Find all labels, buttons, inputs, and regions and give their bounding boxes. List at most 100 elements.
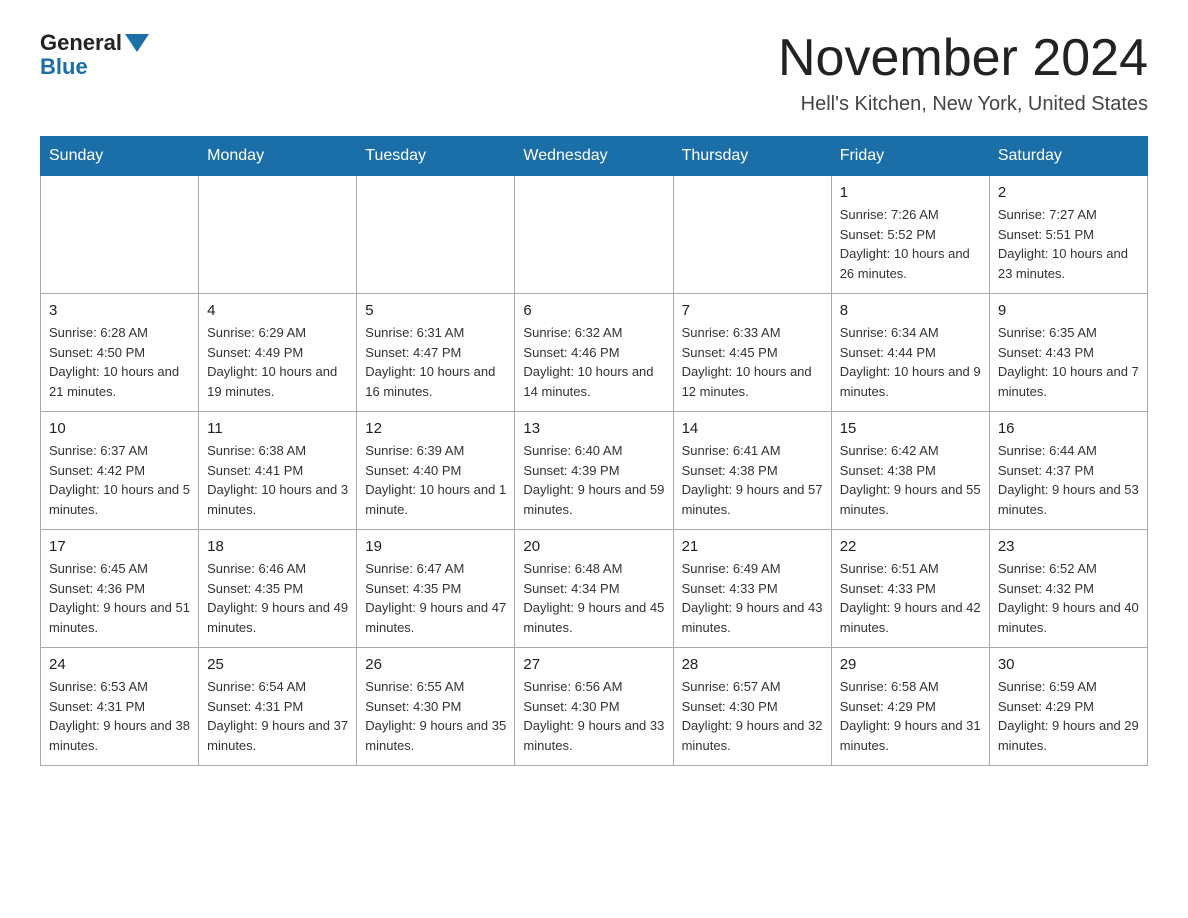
- day-number: 2: [998, 184, 1139, 201]
- calendar-cell: 10 Sunrise: 6:37 AM Sunset: 4:42 PM Dayli…: [41, 412, 199, 530]
- weekday-header-saturday: Saturday: [989, 137, 1147, 176]
- calendar-cell: 6 Sunrise: 6:32 AM Sunset: 4:46 PM Daylig…: [515, 294, 673, 412]
- day-number: 9: [998, 302, 1139, 319]
- logo-general-text: General: [40, 30, 122, 56]
- day-number: 23: [998, 538, 1139, 555]
- day-number: 6: [523, 302, 664, 319]
- calendar-week-row: 3 Sunrise: 6:28 AM Sunset: 4:50 PM Daylig…: [41, 294, 1148, 412]
- day-info: Sunrise: 6:58 AM Sunset: 4:29 PM Dayligh…: [840, 677, 981, 755]
- logo-blue-text: Blue: [40, 54, 88, 80]
- day-number: 30: [998, 656, 1139, 673]
- calendar-cell: 3 Sunrise: 6:28 AM Sunset: 4:50 PM Daylig…: [41, 294, 199, 412]
- day-info: Sunrise: 6:47 AM Sunset: 4:35 PM Dayligh…: [365, 559, 506, 637]
- calendar-header: SundayMondayTuesdayWednesdayThursdayFrid…: [41, 137, 1148, 176]
- calendar-cell: 19 Sunrise: 6:47 AM Sunset: 4:35 PM Dayli…: [357, 530, 515, 648]
- weekday-header-thursday: Thursday: [673, 137, 831, 176]
- logo: General Blue: [40, 30, 149, 80]
- day-info: Sunrise: 6:32 AM Sunset: 4:46 PM Dayligh…: [523, 323, 664, 401]
- calendar-cell: 28 Sunrise: 6:57 AM Sunset: 4:30 PM Dayli…: [673, 648, 831, 766]
- calendar-cell: 29Sunrise: 6:58 AM Sunset: 4:29 PM Dayli…: [831, 648, 989, 766]
- day-number: 3: [49, 302, 190, 319]
- day-info: Sunrise: 6:34 AM Sunset: 4:44 PM Dayligh…: [840, 323, 981, 401]
- weekday-header-tuesday: Tuesday: [357, 137, 515, 176]
- day-number: 18: [207, 538, 348, 555]
- day-number: 13: [523, 420, 664, 437]
- weekday-header-wednesday: Wednesday: [515, 137, 673, 176]
- day-info: Sunrise: 6:56 AM Sunset: 4:30 PM Dayligh…: [523, 677, 664, 755]
- page-header: General Blue November 2024 Hell's Kitche…: [40, 30, 1148, 116]
- calendar-cell: 26Sunrise: 6:55 AM Sunset: 4:30 PM Dayli…: [357, 648, 515, 766]
- day-info: Sunrise: 6:46 AM Sunset: 4:35 PM Dayligh…: [207, 559, 348, 637]
- day-number: 1: [840, 184, 981, 201]
- calendar-cell: 17 Sunrise: 6:45 AM Sunset: 4:36 PM Dayli…: [41, 530, 199, 648]
- day-info: Sunrise: 6:51 AM Sunset: 4:33 PM Dayligh…: [840, 559, 981, 637]
- day-info: Sunrise: 6:45 AM Sunset: 4:36 PM Dayligh…: [49, 559, 190, 637]
- day-number: 17: [49, 538, 190, 555]
- calendar-week-row: 17 Sunrise: 6:45 AM Sunset: 4:36 PM Dayli…: [41, 530, 1148, 648]
- title-area: November 2024 Hell's Kitchen, New York, …: [778, 30, 1148, 116]
- calendar-cell: 20 Sunrise: 6:48 AM Sunset: 4:34 PM Dayli…: [515, 530, 673, 648]
- calendar-cell: 12 Sunrise: 6:39 AM Sunset: 4:40 PM Dayli…: [357, 412, 515, 530]
- day-info: Sunrise: 6:38 AM Sunset: 4:41 PM Dayligh…: [207, 441, 348, 519]
- day-number: 7: [682, 302, 823, 319]
- calendar-cell: 11 Sunrise: 6:38 AM Sunset: 4:41 PM Dayli…: [199, 412, 357, 530]
- day-number: 4: [207, 302, 348, 319]
- day-number: 25: [207, 656, 348, 673]
- day-info: Sunrise: 6:28 AM Sunset: 4:50 PM Dayligh…: [49, 323, 190, 401]
- calendar-cell: 23 Sunrise: 6:52 AM Sunset: 4:32 PM Dayli…: [989, 530, 1147, 648]
- calendar-cell: 13 Sunrise: 6:40 AM Sunset: 4:39 PM Dayli…: [515, 412, 673, 530]
- day-info: Sunrise: 6:40 AM Sunset: 4:39 PM Dayligh…: [523, 441, 664, 519]
- calendar-cell: [357, 176, 515, 294]
- calendar-cell: 24Sunrise: 6:53 AM Sunset: 4:31 PM Dayli…: [41, 648, 199, 766]
- calendar-cell: 16Sunrise: 6:44 AM Sunset: 4:37 PM Dayli…: [989, 412, 1147, 530]
- day-info: Sunrise: 6:39 AM Sunset: 4:40 PM Dayligh…: [365, 441, 506, 519]
- day-number: 14: [682, 420, 823, 437]
- logo-arrow-icon: [125, 34, 149, 52]
- calendar-cell: [41, 176, 199, 294]
- calendar-cell: 14Sunrise: 6:41 AM Sunset: 4:38 PM Dayli…: [673, 412, 831, 530]
- day-info: Sunrise: 7:26 AM Sunset: 5:52 PM Dayligh…: [840, 205, 981, 283]
- day-info: Sunrise: 6:54 AM Sunset: 4:31 PM Dayligh…: [207, 677, 348, 755]
- calendar-cell: 18 Sunrise: 6:46 AM Sunset: 4:35 PM Dayli…: [199, 530, 357, 648]
- day-info: Sunrise: 6:44 AM Sunset: 4:37 PM Dayligh…: [998, 441, 1139, 519]
- day-number: 12: [365, 420, 506, 437]
- weekday-header-sunday: Sunday: [41, 137, 199, 176]
- day-info: Sunrise: 6:33 AM Sunset: 4:45 PM Dayligh…: [682, 323, 823, 401]
- day-number: 11: [207, 420, 348, 437]
- day-info: Sunrise: 6:53 AM Sunset: 4:31 PM Dayligh…: [49, 677, 190, 755]
- weekday-header-monday: Monday: [199, 137, 357, 176]
- calendar-cell: 8 Sunrise: 6:34 AM Sunset: 4:44 PM Daylig…: [831, 294, 989, 412]
- day-info: Sunrise: 6:55 AM Sunset: 4:30 PM Dayligh…: [365, 677, 506, 755]
- calendar-cell: 5Sunrise: 6:31 AM Sunset: 4:47 PM Daylig…: [357, 294, 515, 412]
- day-number: 20: [523, 538, 664, 555]
- calendar-cell: 9Sunrise: 6:35 AM Sunset: 4:43 PM Daylig…: [989, 294, 1147, 412]
- day-number: 15: [840, 420, 981, 437]
- day-info: Sunrise: 6:42 AM Sunset: 4:38 PM Dayligh…: [840, 441, 981, 519]
- calendar-cell: 7 Sunrise: 6:33 AM Sunset: 4:45 PM Daylig…: [673, 294, 831, 412]
- day-info: Sunrise: 6:37 AM Sunset: 4:42 PM Dayligh…: [49, 441, 190, 519]
- month-title: November 2024: [778, 30, 1148, 87]
- calendar-cell: [673, 176, 831, 294]
- calendar-table: SundayMondayTuesdayWednesdayThursdayFrid…: [40, 136, 1148, 766]
- day-info: Sunrise: 6:29 AM Sunset: 4:49 PM Dayligh…: [207, 323, 348, 401]
- day-number: 19: [365, 538, 506, 555]
- day-number: 27: [523, 656, 664, 673]
- calendar-cell: 25 Sunrise: 6:54 AM Sunset: 4:31 PM Dayli…: [199, 648, 357, 766]
- day-info: Sunrise: 6:49 AM Sunset: 4:33 PM Dayligh…: [682, 559, 823, 637]
- day-number: 22: [840, 538, 981, 555]
- day-info: Sunrise: 6:48 AM Sunset: 4:34 PM Dayligh…: [523, 559, 664, 637]
- calendar-week-row: 24Sunrise: 6:53 AM Sunset: 4:31 PM Dayli…: [41, 648, 1148, 766]
- calendar-cell: 4 Sunrise: 6:29 AM Sunset: 4:49 PM Daylig…: [199, 294, 357, 412]
- day-number: 10: [49, 420, 190, 437]
- calendar-cell: 15 Sunrise: 6:42 AM Sunset: 4:38 PM Dayli…: [831, 412, 989, 530]
- day-info: Sunrise: 6:57 AM Sunset: 4:30 PM Dayligh…: [682, 677, 823, 755]
- calendar-cell: 27 Sunrise: 6:56 AM Sunset: 4:30 PM Dayli…: [515, 648, 673, 766]
- day-info: Sunrise: 7:27 AM Sunset: 5:51 PM Dayligh…: [998, 205, 1139, 283]
- calendar-body: 1 Sunrise: 7:26 AM Sunset: 5:52 PM Daylig…: [41, 176, 1148, 766]
- day-number: 8: [840, 302, 981, 319]
- logo-top: General: [40, 30, 149, 56]
- weekday-header-friday: Friday: [831, 137, 989, 176]
- calendar-week-row: 1 Sunrise: 7:26 AM Sunset: 5:52 PM Daylig…: [41, 176, 1148, 294]
- day-number: 28: [682, 656, 823, 673]
- day-info: Sunrise: 6:52 AM Sunset: 4:32 PM Dayligh…: [998, 559, 1139, 637]
